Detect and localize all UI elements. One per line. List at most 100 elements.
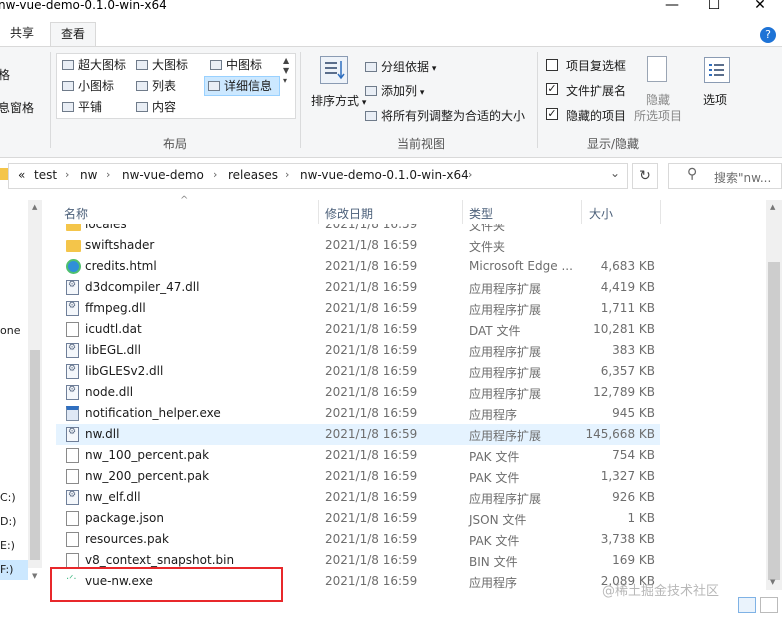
layout-tiles[interactable]: 平铺 [62, 97, 102, 117]
file-modified-date: 2021/1/8 16:59 [325, 364, 418, 378]
file-modified-date: 2021/1/8 16:59 [325, 385, 418, 399]
dll-icon [66, 490, 79, 505]
layout-details[interactable]: 详细信息 [208, 76, 272, 96]
breadcrumb-test[interactable]: test [34, 168, 57, 182]
file-size: 4,683 KB [600, 259, 655, 273]
file-type: 应用程序扩展 [469, 303, 542, 317]
file-name: icudtl.dat [85, 322, 142, 336]
layout-list[interactable]: 列表 [136, 76, 176, 96]
breadcrumb-separator[interactable]: › [65, 168, 69, 181]
file-modified-date: 2021/1/8 16:59 [325, 427, 418, 441]
pane-item-details[interactable]: 息窗格 [0, 99, 34, 116]
file-modified-date: 2021/1/8 16:59 [325, 532, 418, 546]
scroll-down-icon[interactable]: ▼ [770, 578, 775, 586]
layout-extra-large-icons[interactable]: 超大图标 [62, 55, 126, 75]
add-column-icon [365, 86, 377, 96]
show-hide-group-label: 显示/隐藏 [587, 137, 640, 151]
breadcrumb-releases[interactable]: releases [228, 168, 278, 182]
breadcrumb-separator[interactable]: › [213, 168, 217, 181]
file-name: d3dcompiler_47.dll [85, 280, 200, 294]
layout-scroll-arrows-icon[interactable]: ▲ ▼ ▾ [283, 56, 289, 86]
breadcrumb-separator[interactable]: › [106, 168, 110, 181]
file-row[interactable]: ffmpeg.dll 2021/1/8 16:59 应用程序扩展 1,711 KB [56, 298, 660, 319]
add-column-button[interactable]: 添加列 ▾ [365, 82, 424, 99]
layout-small-icons[interactable]: 小图标 [62, 76, 114, 96]
file-row[interactable]: nw_200_percent.pak 2021/1/8 16:59 PAK 文件 1,… [56, 466, 660, 487]
content-icon [136, 102, 148, 112]
file-type: PAK 文件 [469, 471, 520, 485]
exe-icon [66, 406, 79, 421]
dll-icon [66, 427, 79, 442]
file-row[interactable]: credits.html 2021/1/8 16:59 Microsoft Edge… [56, 256, 660, 277]
minimize-button[interactable]: — [652, 0, 692, 16]
large-icons-view-toggle-icon[interactable] [760, 597, 778, 613]
hide-selected-line2[interactable]: 所选项目 [634, 107, 682, 124]
group-separator [50, 52, 51, 148]
file-row[interactable]: libGLESv2.dll 2021/1/8 16:59 应用程序扩展 6,357 K… [56, 361, 660, 382]
file-size: 945 KB [612, 406, 655, 420]
tiles-icon [62, 102, 74, 112]
file-name: resources.pak [85, 532, 169, 546]
tab-share[interactable]: 共享 [0, 22, 44, 46]
group-separator [537, 52, 538, 148]
search-input[interactable]: ⚲ 搜索"nw... [668, 163, 782, 189]
column-divider[interactable] [318, 200, 319, 224]
close-button[interactable]: ✕ [740, 0, 780, 16]
options-button[interactable]: 选项 [703, 91, 727, 108]
file-name: swiftshader [85, 238, 155, 252]
layout-large-icons[interactable]: 大图标 [136, 55, 188, 75]
nav-scroll-up-icon[interactable]: ▲ [32, 203, 37, 211]
file-size: 383 KB [612, 343, 655, 357]
item-checkboxes-checkbox[interactable] [546, 59, 558, 71]
file-row[interactable]: nw_100_percent.pak 2021/1/8 16:59 PAK 文件 75… [56, 445, 660, 466]
file-row[interactable]: package.json 2021/1/8 16:59 JSON 文件 1 KB [56, 508, 660, 529]
breadcrumb-nw[interactable]: nw [80, 168, 97, 182]
file-row[interactable]: notification_helper.exe 2021/1/8 16:59 应用程… [56, 403, 660, 424]
sort-by-icon [320, 56, 348, 84]
tab-view[interactable]: 查看 [50, 22, 97, 47]
group-by-button[interactable]: 分组依据 ▾ [365, 58, 436, 75]
file-size: 1 KB [627, 511, 655, 525]
file-extensions-checkbox[interactable]: ✓ [546, 83, 558, 95]
refresh-button[interactable]: ↻ [632, 163, 658, 189]
column-header-modified[interactable]: 修改日期 [325, 205, 373, 222]
hide-selected-line1[interactable]: 隐藏 [646, 91, 670, 108]
breadcrumb-overflow[interactable]: « [18, 168, 25, 182]
column-header-name[interactable]: 名称 [64, 205, 88, 222]
breadcrumb-nw-vue-demo[interactable]: nw-vue-demo [122, 168, 204, 182]
sort-by-button[interactable]: 排序方式 ▾ [311, 92, 366, 109]
column-divider[interactable] [660, 200, 661, 224]
file-type: 应用程序扩展 [469, 345, 542, 359]
file-row[interactable]: d3dcompiler_47.dll 2021/1/8 16:59 应用程序扩展 4,… [56, 277, 660, 298]
details-view-toggle-icon[interactable] [738, 597, 756, 613]
column-divider[interactable] [581, 200, 582, 224]
maximize-button[interactable]: ☐ [694, 0, 734, 16]
hidden-items-checkbox[interactable]: ✓ [546, 108, 558, 120]
column-divider[interactable] [462, 200, 463, 224]
breadcrumb-current-folder[interactable]: nw-vue-demo-0.1.0-win-x64 [300, 168, 469, 182]
file-row[interactable]: node.dll 2021/1/8 16:59 应用程序扩展 12,789 KB [56, 382, 660, 403]
column-header-size[interactable]: 大小 [589, 205, 613, 222]
column-header-type[interactable]: 类型 [469, 205, 493, 222]
scroll-up-icon[interactable]: ▲ [770, 203, 775, 211]
file-row[interactable]: icudtl.dat 2021/1/8 16:59 DAT 文件 10,281 KB [56, 319, 660, 340]
pane-item-preview[interactable]: 格 [0, 66, 10, 83]
help-icon[interactable]: ? [760, 27, 776, 43]
file-list-scrollbar-thumb[interactable] [768, 262, 780, 580]
fit-columns-button[interactable]: 将所有列调整为合适的大小 [365, 107, 525, 124]
layout-medium-icons[interactable]: 中图标 [210, 55, 262, 75]
file-modified-date: 2021/1/8 16:59 [325, 469, 418, 483]
file-row[interactable]: nw_elf.dll 2021/1/8 16:59 应用程序扩展 926 KB [56, 487, 660, 508]
address-dropdown-icon[interactable]: ⌄ [610, 166, 620, 180]
file-size: 169 KB [612, 553, 655, 567]
file-type: 文件夹 [469, 224, 506, 233]
file-row[interactable]: libEGL.dll 2021/1/8 16:59 应用程序扩展 383 KB [56, 340, 660, 361]
file-row[interactable]: locales 2021/1/8 16:59 文件夹 [56, 224, 660, 235]
file-row[interactable]: resources.pak 2021/1/8 16:59 PAK 文件 3,738 K… [56, 529, 660, 550]
breadcrumb-separator[interactable]: › [468, 168, 472, 181]
layout-content[interactable]: 内容 [136, 97, 176, 117]
file-row[interactable]: swiftshader 2021/1/8 16:59 文件夹 [56, 235, 660, 256]
breadcrumb-separator[interactable]: › [285, 168, 289, 181]
file-row[interactable]: nw.dll 2021/1/8 16:59 应用程序扩展 145,668 KB [56, 424, 660, 445]
search-icon: ⚲ [687, 166, 698, 182]
